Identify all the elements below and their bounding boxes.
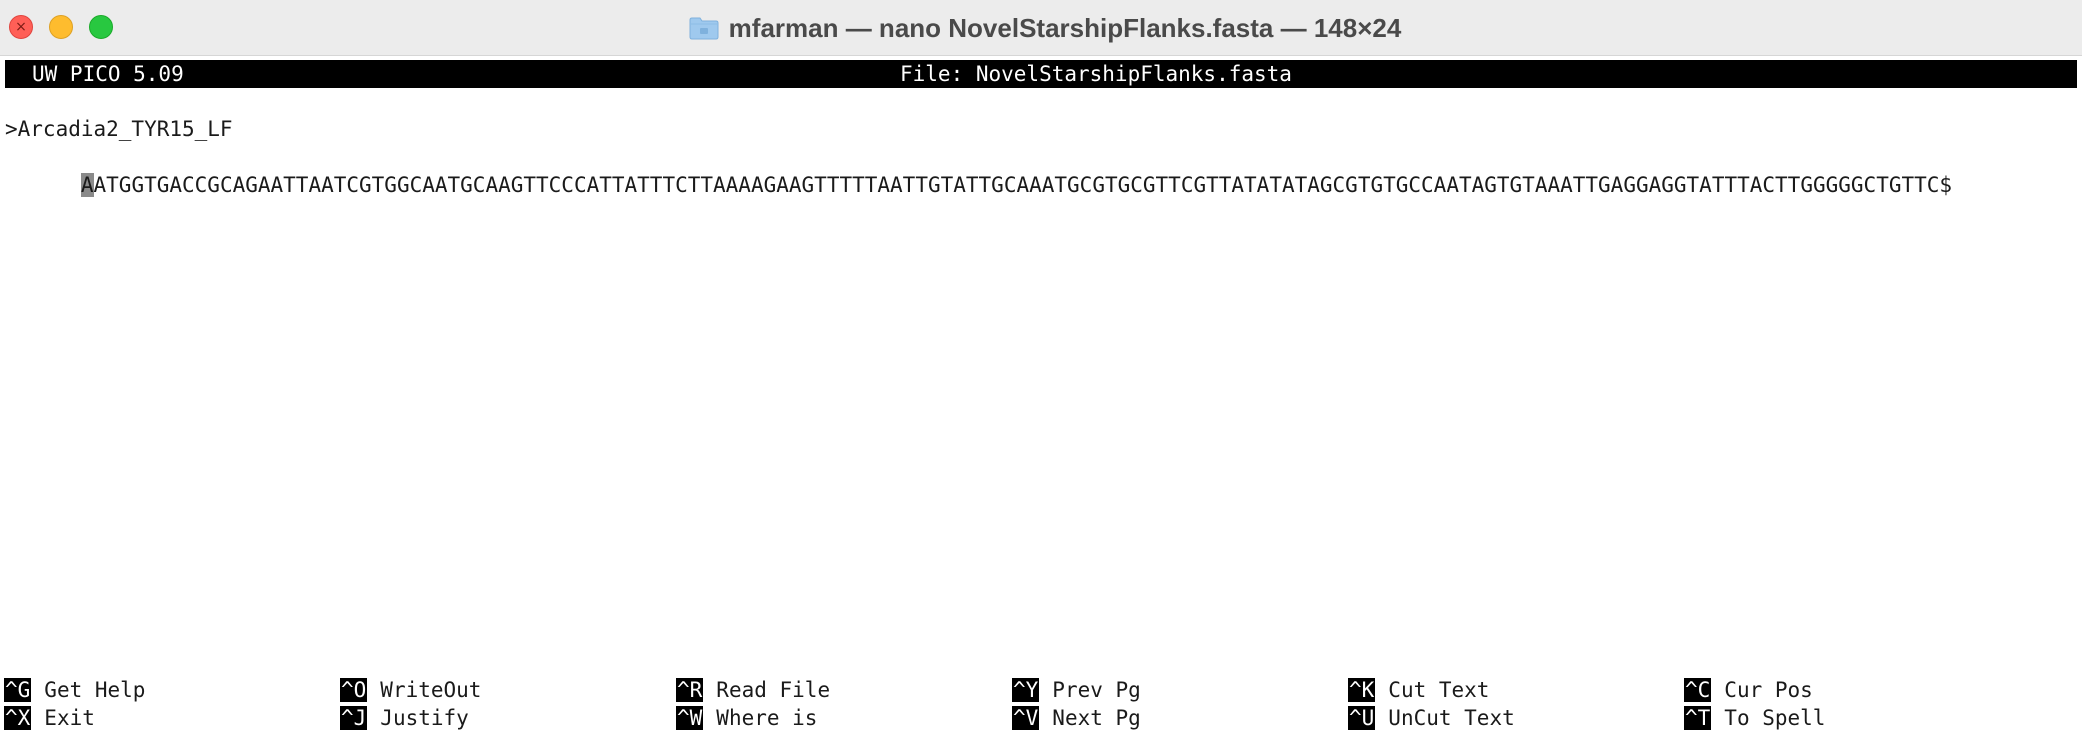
shortcut-next-page[interactable]: ^V Next Pg xyxy=(1012,704,1141,732)
sequence-text-wrap: AATGGTGACCGCAGAATTAATCGTGGCAATGCAAGTTCCC… xyxy=(80,171,1953,199)
shortcut-key: ^K xyxy=(1348,678,1376,702)
shortcut-key: ^X xyxy=(4,706,32,730)
folder-icon xyxy=(689,17,719,40)
fasta-header-line[interactable]: >Arcadia2_TYR15_LF xyxy=(5,115,233,143)
shortcut-label: UnCut Text xyxy=(1388,706,1515,730)
shortcut-get-help[interactable]: ^G Get Help xyxy=(4,676,145,704)
shortcut-label: Read File xyxy=(716,678,831,702)
shortcut-writeout[interactable]: ^O WriteOut xyxy=(340,676,481,704)
shortcut-label: Cur Pos xyxy=(1724,678,1813,702)
shortcut-key: ^T xyxy=(1684,706,1712,730)
shortcut-prev-page[interactable]: ^Y Prev Pg xyxy=(1012,676,1141,704)
shortcut-exit[interactable]: ^X Exit xyxy=(4,704,95,732)
shortcut-label: Get Help xyxy=(44,678,146,702)
shortcut-key: ^W xyxy=(676,706,704,730)
shortcut-key: ^O xyxy=(340,678,368,702)
terminal-content[interactable]: UW PICO 5.09 File: NovelStarshipFlanks.f… xyxy=(0,56,2082,740)
shortcut-label: Cut Text xyxy=(1388,678,1490,702)
sequence-text: ATGGTGACCGCAGAATTAATCGTGGCAATGCAAGTTCCCA… xyxy=(93,173,1953,197)
window-title: mfarman — nano NovelStarshipFlanks.fasta… xyxy=(728,12,1402,43)
terminal-window: × mfarman — nano NovelStarshipFlanks.fas… xyxy=(0,0,2082,740)
shortcut-key: ^J xyxy=(340,706,368,730)
shortcut-label: WriteOut xyxy=(380,678,482,702)
shortcut-key: ^Y xyxy=(1012,678,1040,702)
sequence-line[interactable]: AATGGTGACCGCAGAATTAATCGTGGCAATGCAAGTTCCC… xyxy=(5,143,1952,197)
shortcut-to-spell[interactable]: ^T To Spell xyxy=(1684,704,1825,732)
shortcut-label: Next Pg xyxy=(1052,706,1141,730)
shortcut-label: Prev Pg xyxy=(1052,678,1141,702)
shortcut-key: ^V xyxy=(1012,706,1040,730)
shortcut-read-file[interactable]: ^R Read File xyxy=(676,676,830,704)
shortcut-cut-text[interactable]: ^K Cut Text xyxy=(1348,676,1489,704)
window-title-area: mfarman — nano NovelStarshipFlanks.fasta… xyxy=(0,0,2082,56)
shortcut-cur-pos[interactable]: ^C Cur Pos xyxy=(1684,676,1813,704)
editor-version: UW PICO 5.09 xyxy=(32,62,184,86)
shortcut-key: ^R xyxy=(676,678,704,702)
shortcut-where-is[interactable]: ^W Where is xyxy=(676,704,817,732)
shortcut-uncut-text[interactable]: ^U UnCut Text xyxy=(1348,704,1515,732)
shortcut-bar: ^G Get Help ^O WriteOut ^R Read File ^Y Prev… xyxy=(0,676,2082,736)
text-cursor: A xyxy=(80,173,94,197)
shortcut-label: Justify xyxy=(380,706,469,730)
title-bar[interactable]: × mfarman — nano NovelStarshipFlanks.fas… xyxy=(0,0,2082,56)
file-name-label: File: NovelStarshipFlanks.fasta xyxy=(900,62,1292,86)
shortcut-key: ^G xyxy=(4,678,32,702)
shortcut-label: Exit xyxy=(44,706,95,730)
shortcut-key: ^U xyxy=(1348,706,1376,730)
pico-header-bar: UW PICO 5.09 File: NovelStarshipFlanks.f… xyxy=(5,60,2077,88)
shortcut-label: To Spell xyxy=(1724,706,1826,730)
shortcut-label: Where is xyxy=(716,706,818,730)
shortcut-key: ^C xyxy=(1684,678,1712,702)
shortcut-justify[interactable]: ^J Justify xyxy=(340,704,469,732)
